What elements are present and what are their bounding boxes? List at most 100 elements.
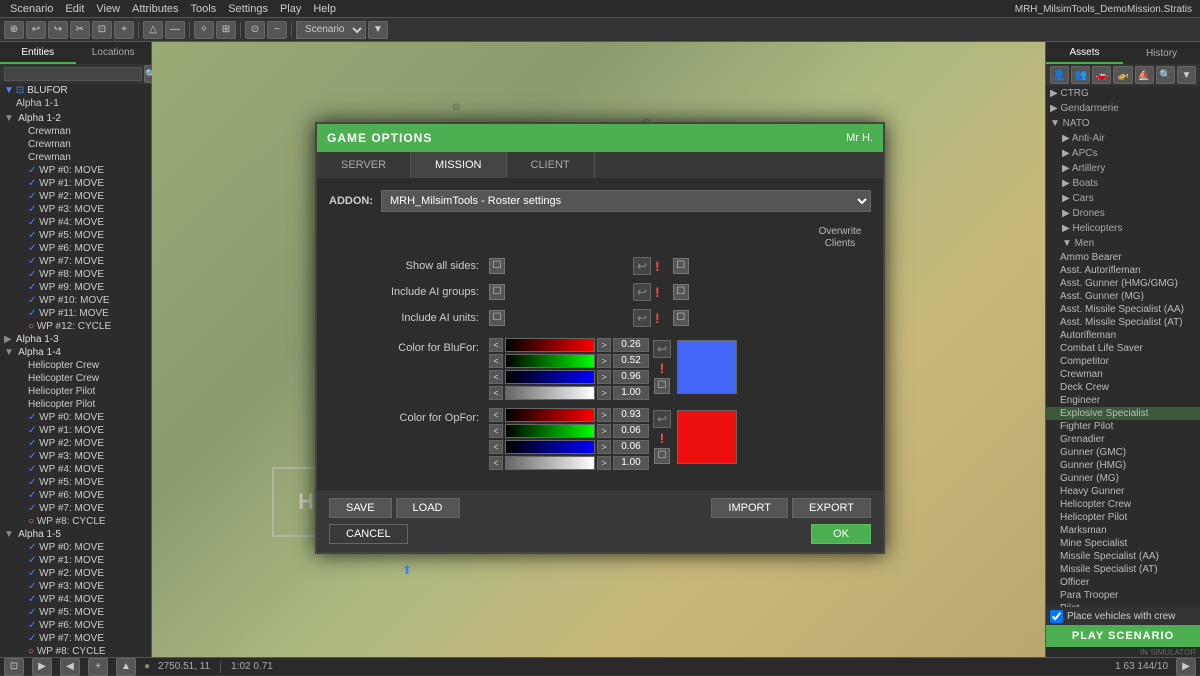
opfor-alpha-less[interactable]: < xyxy=(489,456,503,470)
blufor-red-bar xyxy=(505,338,595,352)
color-opfor-label: Color for OpFor: xyxy=(329,408,489,424)
include-ai-groups-undo[interactable]: ↩ xyxy=(633,283,651,301)
save-button[interactable]: SAVE xyxy=(329,498,392,518)
blufor-green-more[interactable]: > xyxy=(597,354,611,368)
include-ai-groups-overwrite[interactable]: ☐ xyxy=(673,284,689,300)
blufor-overwrite-checkbox[interactable]: ☐ xyxy=(654,378,670,394)
opfor-green-bar xyxy=(505,424,595,438)
opfor-side-controls: ↩ ! ☐ xyxy=(653,408,671,464)
blufor-green-less[interactable]: < xyxy=(489,354,503,368)
cancel-button[interactable]: CANCEL xyxy=(329,524,408,544)
opfor-red-row: < > 0.93 xyxy=(489,408,649,422)
blufor-blue-row: < > 0.96 xyxy=(489,370,649,384)
blufor-blue-less[interactable]: < xyxy=(489,370,503,384)
blufor-red-more[interactable]: > xyxy=(597,338,611,352)
game-options-dialog: GAME OPTIONS Mr H. SERVER MISSION CLIENT… xyxy=(315,122,885,554)
blufor-alpha-row: < > 1.00 xyxy=(489,386,649,400)
show-all-sides-undo[interactable]: ↩ xyxy=(633,257,651,275)
show-all-sides-warn: ! xyxy=(655,258,660,274)
include-ai-units-checkbox[interactable]: ☐ xyxy=(489,310,505,326)
include-ai-units-undo[interactable]: ↩ xyxy=(633,309,651,327)
show-all-sides-controls: ☐ ↩ ! ☐ xyxy=(489,257,698,275)
ok-button[interactable]: OK xyxy=(811,524,871,544)
opfor-green-value: 0.06 xyxy=(613,424,649,438)
include-ai-groups-warn: ! xyxy=(655,284,660,300)
opfor-blue-more[interactable]: > xyxy=(597,440,611,454)
dialog-tab-server[interactable]: SERVER xyxy=(317,152,411,178)
include-ai-groups-label: Include AI groups: xyxy=(329,286,489,298)
show-all-sides-overwrite[interactable]: ☐ xyxy=(673,258,689,274)
blufor-green-row: < > 0.52 xyxy=(489,354,649,368)
opfor-green-less[interactable]: < xyxy=(489,424,503,438)
addon-row: ADDON: MRH_MilsimTools - Roster settings xyxy=(329,190,871,212)
show-all-sides-checkbox[interactable]: ☐ xyxy=(489,258,505,274)
opfor-color-preview xyxy=(677,410,737,464)
blufor-red-value: 0.26 xyxy=(613,338,649,352)
dialog-tabs: SERVER MISSION CLIENT xyxy=(317,152,883,178)
dialog-content: ADDON: MRH_MilsimTools - Roster settings… xyxy=(317,178,883,490)
opfor-blue-less[interactable]: < xyxy=(489,440,503,454)
blufor-alpha-value: 1.00 xyxy=(613,386,649,400)
opfor-alpha-row: < > 1.00 xyxy=(489,456,649,470)
footer-bottom-buttons: CANCEL OK xyxy=(329,524,871,544)
include-ai-groups-controls: ☐ ↩ ! ☐ xyxy=(489,283,698,301)
color-opfor-sliders: < > 0.93 < > 0.06 xyxy=(489,408,649,472)
dialog-overlay: GAME OPTIONS Mr H. SERVER MISSION CLIENT… xyxy=(0,0,1200,675)
opfor-alpha-value: 1.00 xyxy=(613,456,649,470)
load-button[interactable]: LOAD xyxy=(396,498,460,518)
color-blufor-sliders: < > 0.26 < > 0.52 xyxy=(489,338,649,402)
opfor-overwrite-checkbox[interactable]: ☐ xyxy=(654,448,670,464)
dialog-scroll-area: Show all sides: ☐ ↩ ! ☐ Include AI group… xyxy=(329,254,871,478)
include-ai-units-label: Include AI units: xyxy=(329,312,489,324)
opfor-blue-value: 0.06 xyxy=(613,440,649,454)
opfor-undo-btn[interactable]: ↩ xyxy=(653,410,671,428)
opfor-green-more[interactable]: > xyxy=(597,424,611,438)
dialog-footer: SAVE LOAD IMPORT EXPORT CANCEL OK xyxy=(317,490,883,552)
blufor-alpha-more[interactable]: > xyxy=(597,386,611,400)
blufor-alpha-less[interactable]: < xyxy=(489,386,503,400)
opfor-green-row: < > 0.06 xyxy=(489,424,649,438)
export-button[interactable]: EXPORT xyxy=(792,498,871,518)
dialog-tab-mission[interactable]: MISSION xyxy=(411,152,506,178)
overwrite-clients-header: OverwriteClients xyxy=(815,226,865,250)
dialog-title: GAME OPTIONS xyxy=(327,131,432,145)
blufor-undo-btn[interactable]: ↩ xyxy=(653,340,671,358)
blufor-red-less[interactable]: < xyxy=(489,338,503,352)
blufor-red-row: < > 0.26 xyxy=(489,338,649,352)
setting-row-include-ai-groups: Include AI groups: ☐ ↩ ! ☐ xyxy=(329,280,871,304)
opfor-alpha-more[interactable]: > xyxy=(597,456,611,470)
opfor-alpha-bar xyxy=(505,456,595,470)
opfor-blue-bar xyxy=(505,440,595,454)
dialog-tab-client[interactable]: CLIENT xyxy=(507,152,595,178)
blufor-green-bar xyxy=(505,354,595,368)
include-ai-units-overwrite[interactable]: ☐ xyxy=(673,310,689,326)
opfor-red-value: 0.93 xyxy=(613,408,649,422)
opfor-blue-row: < > 0.06 xyxy=(489,440,649,454)
import-button[interactable]: IMPORT xyxy=(711,498,788,518)
dialog-user: Mr H. xyxy=(846,132,873,144)
dialog-header: GAME OPTIONS Mr H. xyxy=(317,124,883,152)
include-ai-units-controls: ☐ ↩ ! ☐ xyxy=(489,309,698,327)
blufor-alpha-bar xyxy=(505,386,595,400)
color-blufor-label: Color for BluFor: xyxy=(329,338,489,354)
addon-label: ADDON: xyxy=(329,195,373,207)
opfor-warn: ! xyxy=(660,430,665,446)
blufor-green-value: 0.52 xyxy=(613,354,649,368)
setting-row-show-all-sides: Show all sides: ☐ ↩ ! ☐ xyxy=(329,254,871,278)
include-ai-groups-checkbox[interactable]: ☐ xyxy=(489,284,505,300)
color-blufor-block: Color for BluFor: < > 0.26 < xyxy=(329,338,871,402)
color-opfor-block: Color for OpFor: < > 0.93 < xyxy=(329,408,871,472)
blufor-blue-value: 0.96 xyxy=(613,370,649,384)
blufor-blue-bar xyxy=(505,370,595,384)
blufor-side-controls: ↩ ! ☐ xyxy=(653,338,671,394)
blufor-color-preview xyxy=(677,340,737,394)
show-all-sides-label: Show all sides: xyxy=(329,260,489,272)
opfor-red-more[interactable]: > xyxy=(597,408,611,422)
opfor-red-less[interactable]: < xyxy=(489,408,503,422)
setting-row-include-ai-units: Include AI units: ☐ ↩ ! ☐ xyxy=(329,306,871,330)
opfor-red-bar xyxy=(505,408,595,422)
addon-select[interactable]: MRH_MilsimTools - Roster settings xyxy=(381,190,871,212)
blufor-blue-more[interactable]: > xyxy=(597,370,611,384)
include-ai-units-warn: ! xyxy=(655,310,660,326)
footer-top-buttons: SAVE LOAD IMPORT EXPORT xyxy=(329,498,871,518)
